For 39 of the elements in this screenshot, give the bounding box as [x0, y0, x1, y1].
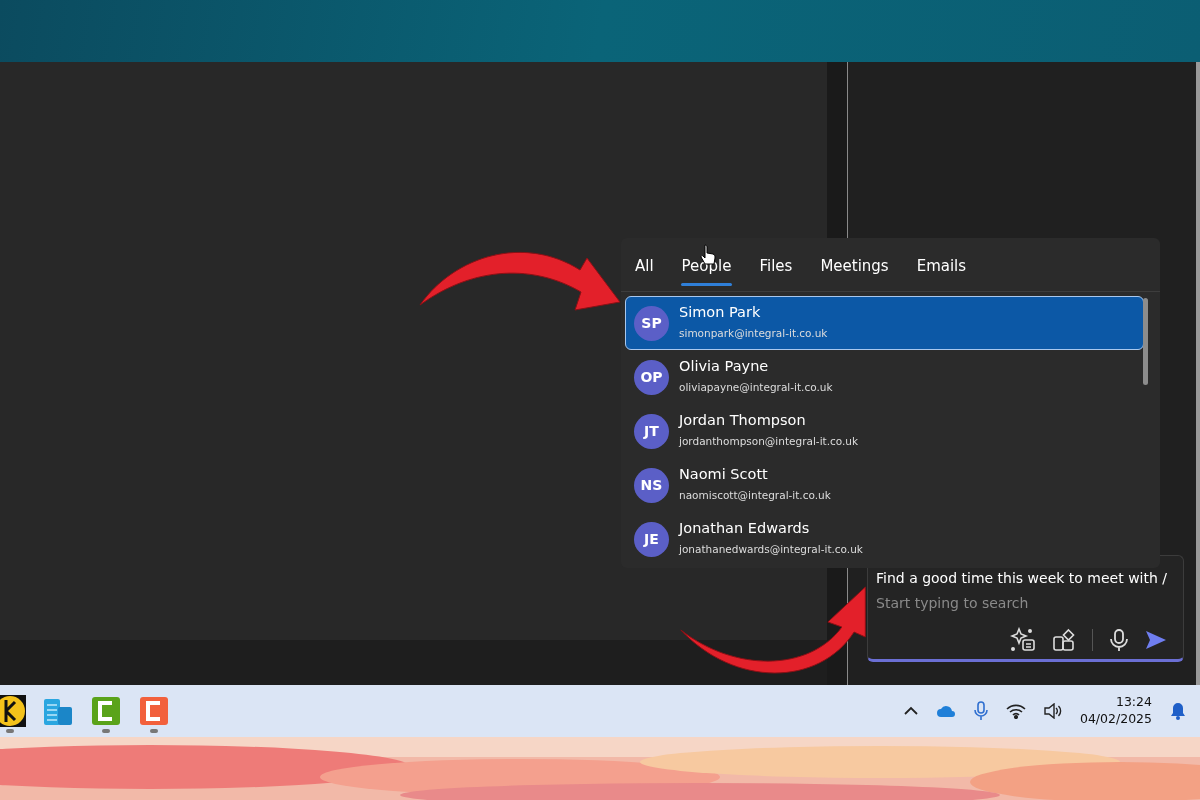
- person-email: simonpark@integral-it.co.uk: [679, 325, 828, 341]
- microphone-icon[interactable]: [1109, 628, 1129, 652]
- search-tab[interactable]: People: [680, 241, 733, 288]
- avatar: NS: [634, 467, 669, 503]
- person-name: Jordan Thompson: [679, 412, 807, 430]
- person-name: Olivia Payne: [679, 358, 770, 376]
- sparkle-note-icon[interactable]: [1010, 627, 1036, 653]
- chevron-up-icon[interactable]: [903, 706, 918, 716]
- message-text: Find a good time this week to meet with /: [876, 569, 1168, 588]
- avatar: JT: [634, 413, 669, 449]
- bell-icon[interactable]: [1170, 702, 1186, 720]
- person-email: jordanthompson@integral-it.co.uk: [679, 433, 859, 449]
- search-tab[interactable]: Emails: [915, 241, 968, 288]
- speaker-icon[interactable]: [1043, 703, 1062, 719]
- person-email: jonathanedwards@integral-it.co.uk: [679, 541, 863, 557]
- person-item[interactable]: JT Jordan Thompson jordanthompson@integral-it.co.uk: [625, 404, 1144, 458]
- clock-date[interactable]: 04/02/2025: [1079, 711, 1152, 728]
- scrollbar[interactable]: [1143, 298, 1148, 385]
- avatar: JE: [634, 521, 669, 557]
- apps-icon[interactable]: [1052, 628, 1076, 652]
- clock-time[interactable]: 13:24: [1079, 694, 1152, 711]
- person-item[interactable]: OP Olivia Payne oliviapayne@integral-it.co.uk: [625, 350, 1144, 404]
- wifi-icon[interactable]: [1005, 703, 1026, 719]
- scrollbar[interactable]: [1196, 62, 1200, 685]
- search-field[interactable]: Start typing to search: [876, 593, 1175, 614]
- person-email: oliviapayne@integral-it.co.uk: [679, 379, 833, 395]
- cloud-icon[interactable]: [935, 704, 956, 718]
- avatar: OP: [634, 359, 669, 395]
- person-name: Simon Park: [679, 304, 762, 322]
- send-icon[interactable]: [1145, 630, 1167, 650]
- search-tab[interactable]: Files: [758, 241, 794, 288]
- person-item[interactable]: NS Naomi Scott naomiscott@integral-it.co.uk: [625, 458, 1144, 512]
- search-tab[interactable]: All: [634, 241, 655, 288]
- person-name: Jonathan Edwards: [679, 520, 811, 538]
- avatar: SP: [634, 305, 669, 341]
- person-name: Naomi Scott: [679, 466, 769, 484]
- person-item[interactable]: SP Simon Park simonpark@integral-it.co.uk: [625, 296, 1144, 350]
- search-tab[interactable]: Meetings: [819, 241, 890, 288]
- person-email: naomiscott@integral-it.co.uk: [679, 487, 831, 503]
